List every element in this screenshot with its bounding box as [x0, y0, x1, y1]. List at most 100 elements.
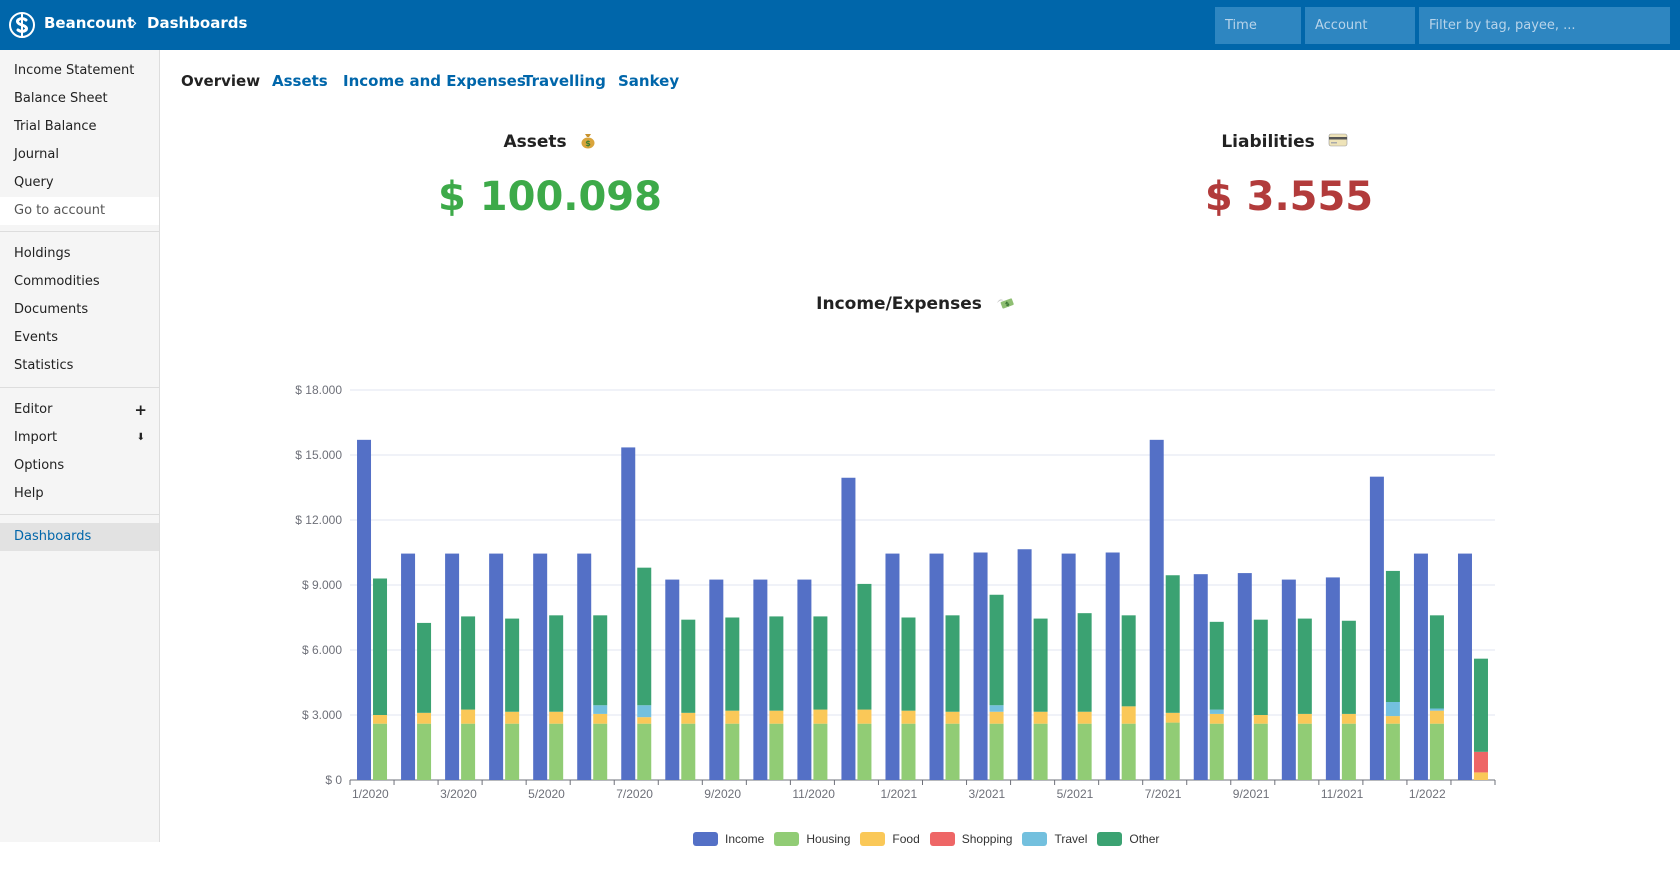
sidebar-item-import[interactable]: Import ⬇ — [0, 424, 159, 452]
bar-income — [489, 553, 504, 780]
sidebar-item-options[interactable]: Options — [0, 452, 159, 480]
bar-housing — [637, 723, 652, 780]
bar-housing — [1209, 723, 1224, 780]
x-tick-label: 3/2021 — [969, 787, 1006, 800]
legend-item-food[interactable]: Food — [860, 830, 920, 848]
bar-food — [1253, 715, 1268, 724]
x-tick-label: 1/2021 — [880, 787, 917, 800]
legend-item-income[interactable]: Income — [693, 830, 764, 848]
download-icon[interactable]: ⬇ — [137, 424, 145, 452]
tab-sankey[interactable]: Sankey — [618, 72, 679, 90]
sidebar-item-events[interactable]: Events — [0, 324, 159, 352]
bar-housing — [549, 723, 564, 780]
x-tick-label: 11/2021 — [1321, 787, 1364, 800]
brand-link[interactable]: Beancount — [44, 14, 134, 32]
bar-other — [857, 583, 872, 710]
legend-item-housing[interactable]: Housing — [774, 830, 850, 848]
bar-income — [357, 439, 372, 780]
bar-other — [417, 622, 432, 713]
legend-label: Other — [1129, 832, 1160, 846]
sidebar-item-help[interactable]: Help — [0, 480, 159, 508]
bar-housing — [505, 723, 520, 780]
money-bag-icon: $ — [581, 134, 595, 149]
liabilities-title: Liabilities — [1221, 132, 1315, 152]
bar-travel — [1429, 708, 1444, 711]
bar-food — [769, 710, 784, 724]
account-filter-input[interactable]: Account — [1305, 7, 1415, 44]
bar-other — [725, 617, 740, 711]
bar-food — [1385, 716, 1400, 724]
bar-other — [549, 615, 564, 712]
sidebar-item-editor[interactable]: Editor + — [0, 396, 159, 424]
legend-item-travel[interactable]: Travel — [1022, 830, 1087, 848]
bar-housing — [1253, 723, 1268, 780]
bar-other — [1473, 658, 1488, 752]
sidebar-item-holdings[interactable]: Holdings — [0, 240, 159, 268]
bar-income — [753, 579, 768, 780]
y-tick-label: $ 0 — [325, 773, 342, 787]
x-tick-label: 1/2020 — [352, 787, 389, 800]
bar-food — [1077, 711, 1092, 724]
bar-other — [1253, 619, 1268, 715]
bar-other — [769, 616, 784, 711]
tab-travelling[interactable]: Travelling — [523, 72, 606, 90]
sidebar-item-income-statement[interactable]: Income Statement — [0, 57, 159, 85]
x-tick-label: 9/2021 — [1233, 787, 1270, 800]
bar-food — [1033, 711, 1048, 724]
bar-food — [1209, 713, 1224, 724]
bar-food — [945, 711, 960, 724]
bar-housing — [1033, 723, 1048, 780]
bar-housing — [725, 723, 740, 780]
bar-other — [1033, 618, 1048, 712]
tab-overview[interactable]: Overview — [181, 72, 260, 90]
legend-label: Income — [725, 832, 765, 846]
top-header: Beancount › Dashboards Time Account Filt… — [0, 0, 1680, 50]
legend-item-other[interactable]: Other — [1097, 830, 1159, 848]
bar-other — [461, 616, 476, 710]
tab-assets[interactable]: Assets — [272, 72, 328, 90]
sidebar-item-trial-balance[interactable]: Trial Balance — [0, 113, 159, 141]
bar-income — [929, 553, 944, 780]
bar-food — [373, 715, 388, 724]
bar-other — [1385, 570, 1400, 702]
legend-swatch — [1097, 832, 1123, 846]
assets-panel-title: Assets $ — [400, 131, 700, 152]
beancount-logo-icon[interactable] — [8, 11, 36, 39]
x-tick-label: 5/2020 — [528, 787, 565, 800]
bar-housing — [1077, 723, 1092, 780]
x-tick-label: 7/2021 — [1145, 787, 1182, 800]
bar-food — [1165, 712, 1180, 723]
sidebar-item-balance-sheet[interactable]: Balance Sheet — [0, 85, 159, 113]
income-expenses-chart: $ 0 $ 3.000 $ 6.000 $ 9.000 $ 12.000 $ 15.000… — [295, 383, 1496, 800]
tab-income-and-expenses[interactable]: Income and Expenses — [343, 72, 526, 90]
tag-payee-filter-input[interactable]: Filter by tag, payee, ... — [1419, 7, 1670, 44]
sidebar-item-journal[interactable]: Journal — [0, 141, 159, 169]
bar-other — [1121, 615, 1136, 707]
legend-item-shopping[interactable]: Shopping — [929, 830, 1012, 848]
bar-food — [417, 712, 432, 724]
y-tick-label: $ 18.000 — [295, 383, 342, 397]
sidebar-item-label: Import — [14, 430, 58, 445]
sidebar-item-dashboards[interactable]: Dashboards — [0, 523, 159, 551]
bar-income — [401, 553, 416, 780]
bar-food — [593, 713, 608, 724]
bar-income — [841, 477, 856, 780]
bar-income — [973, 552, 988, 780]
bar-other — [813, 616, 828, 710]
bar-housing — [1385, 723, 1400, 780]
plus-icon[interactable]: + — [134, 396, 147, 424]
breadcrumb-current: Dashboards — [147, 14, 248, 32]
time-filter-input[interactable]: Time — [1215, 7, 1301, 44]
bar-housing — [901, 723, 916, 780]
bar-housing — [417, 723, 432, 780]
sidebar-item-documents[interactable]: Documents — [0, 296, 159, 324]
go-to-account-input[interactable]: Go to account — [0, 197, 159, 225]
sidebar-item-commodities[interactable]: Commodities — [0, 268, 159, 296]
bar-housing — [1297, 723, 1312, 780]
assets-title: Assets — [503, 132, 567, 152]
sidebar-item-query[interactable]: Query — [0, 169, 159, 197]
bar-food — [1473, 772, 1488, 780]
x-tick-label: 5/2021 — [1057, 787, 1094, 800]
bar-income — [577, 553, 592, 780]
sidebar-item-statistics[interactable]: Statistics — [0, 352, 159, 380]
